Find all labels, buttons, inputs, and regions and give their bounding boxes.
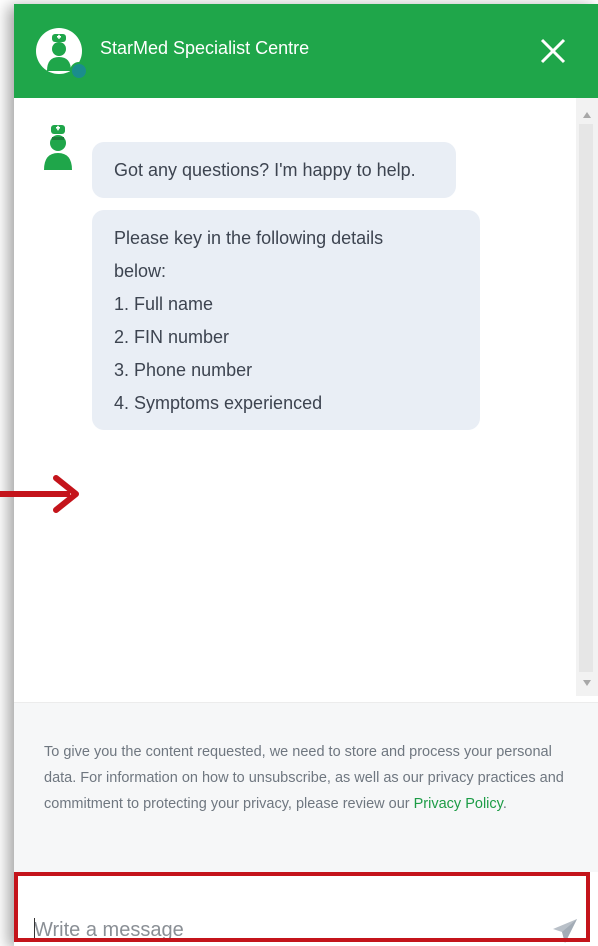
- chat-header: StarMed Specialist Centre: [14, 4, 598, 98]
- close-icon: [540, 38, 566, 64]
- message-text: Got any questions? I'm happy to help.: [114, 160, 416, 180]
- highlight-box: [14, 872, 590, 942]
- scroll-down-arrow-icon[interactable]: [583, 680, 591, 686]
- message-line: below:: [114, 261, 167, 281]
- chat-widget: StarMed Specialist Centre Got any questi…: [14, 4, 598, 946]
- scrollbar-thumb[interactable]: [579, 124, 593, 672]
- bot-message-bubble: Please key in the following details belo…: [92, 210, 480, 430]
- online-status-dot: [70, 62, 88, 80]
- message-line: 1. Full name: [114, 294, 214, 314]
- privacy-policy-link[interactable]: Privacy Policy: [414, 796, 503, 812]
- message-list[interactable]: Got any questions? I'm happy to help. Pl…: [14, 98, 598, 696]
- message-line: Please key in the following details: [114, 228, 384, 248]
- message-line: 2. FIN number: [114, 327, 230, 347]
- header-avatar: [36, 28, 88, 80]
- close-button[interactable]: [534, 32, 572, 70]
- message-line: 4. Symptoms experienced: [114, 393, 323, 413]
- privacy-notice: To give you the content requested, we ne…: [14, 702, 598, 873]
- header-title: StarMed Specialist Centre: [100, 38, 310, 58]
- bot-avatar-icon: [44, 125, 72, 170]
- privacy-text: To give you the content requested, we ne…: [44, 744, 564, 812]
- message-line: 3. Phone number: [114, 360, 253, 380]
- nurse-avatar-icon: [47, 34, 71, 71]
- pointer-arrow-icon: [0, 475, 79, 513]
- scroll-up-arrow-icon[interactable]: [583, 112, 591, 118]
- bot-message-bubble: Got any questions? I'm happy to help.: [92, 142, 456, 198]
